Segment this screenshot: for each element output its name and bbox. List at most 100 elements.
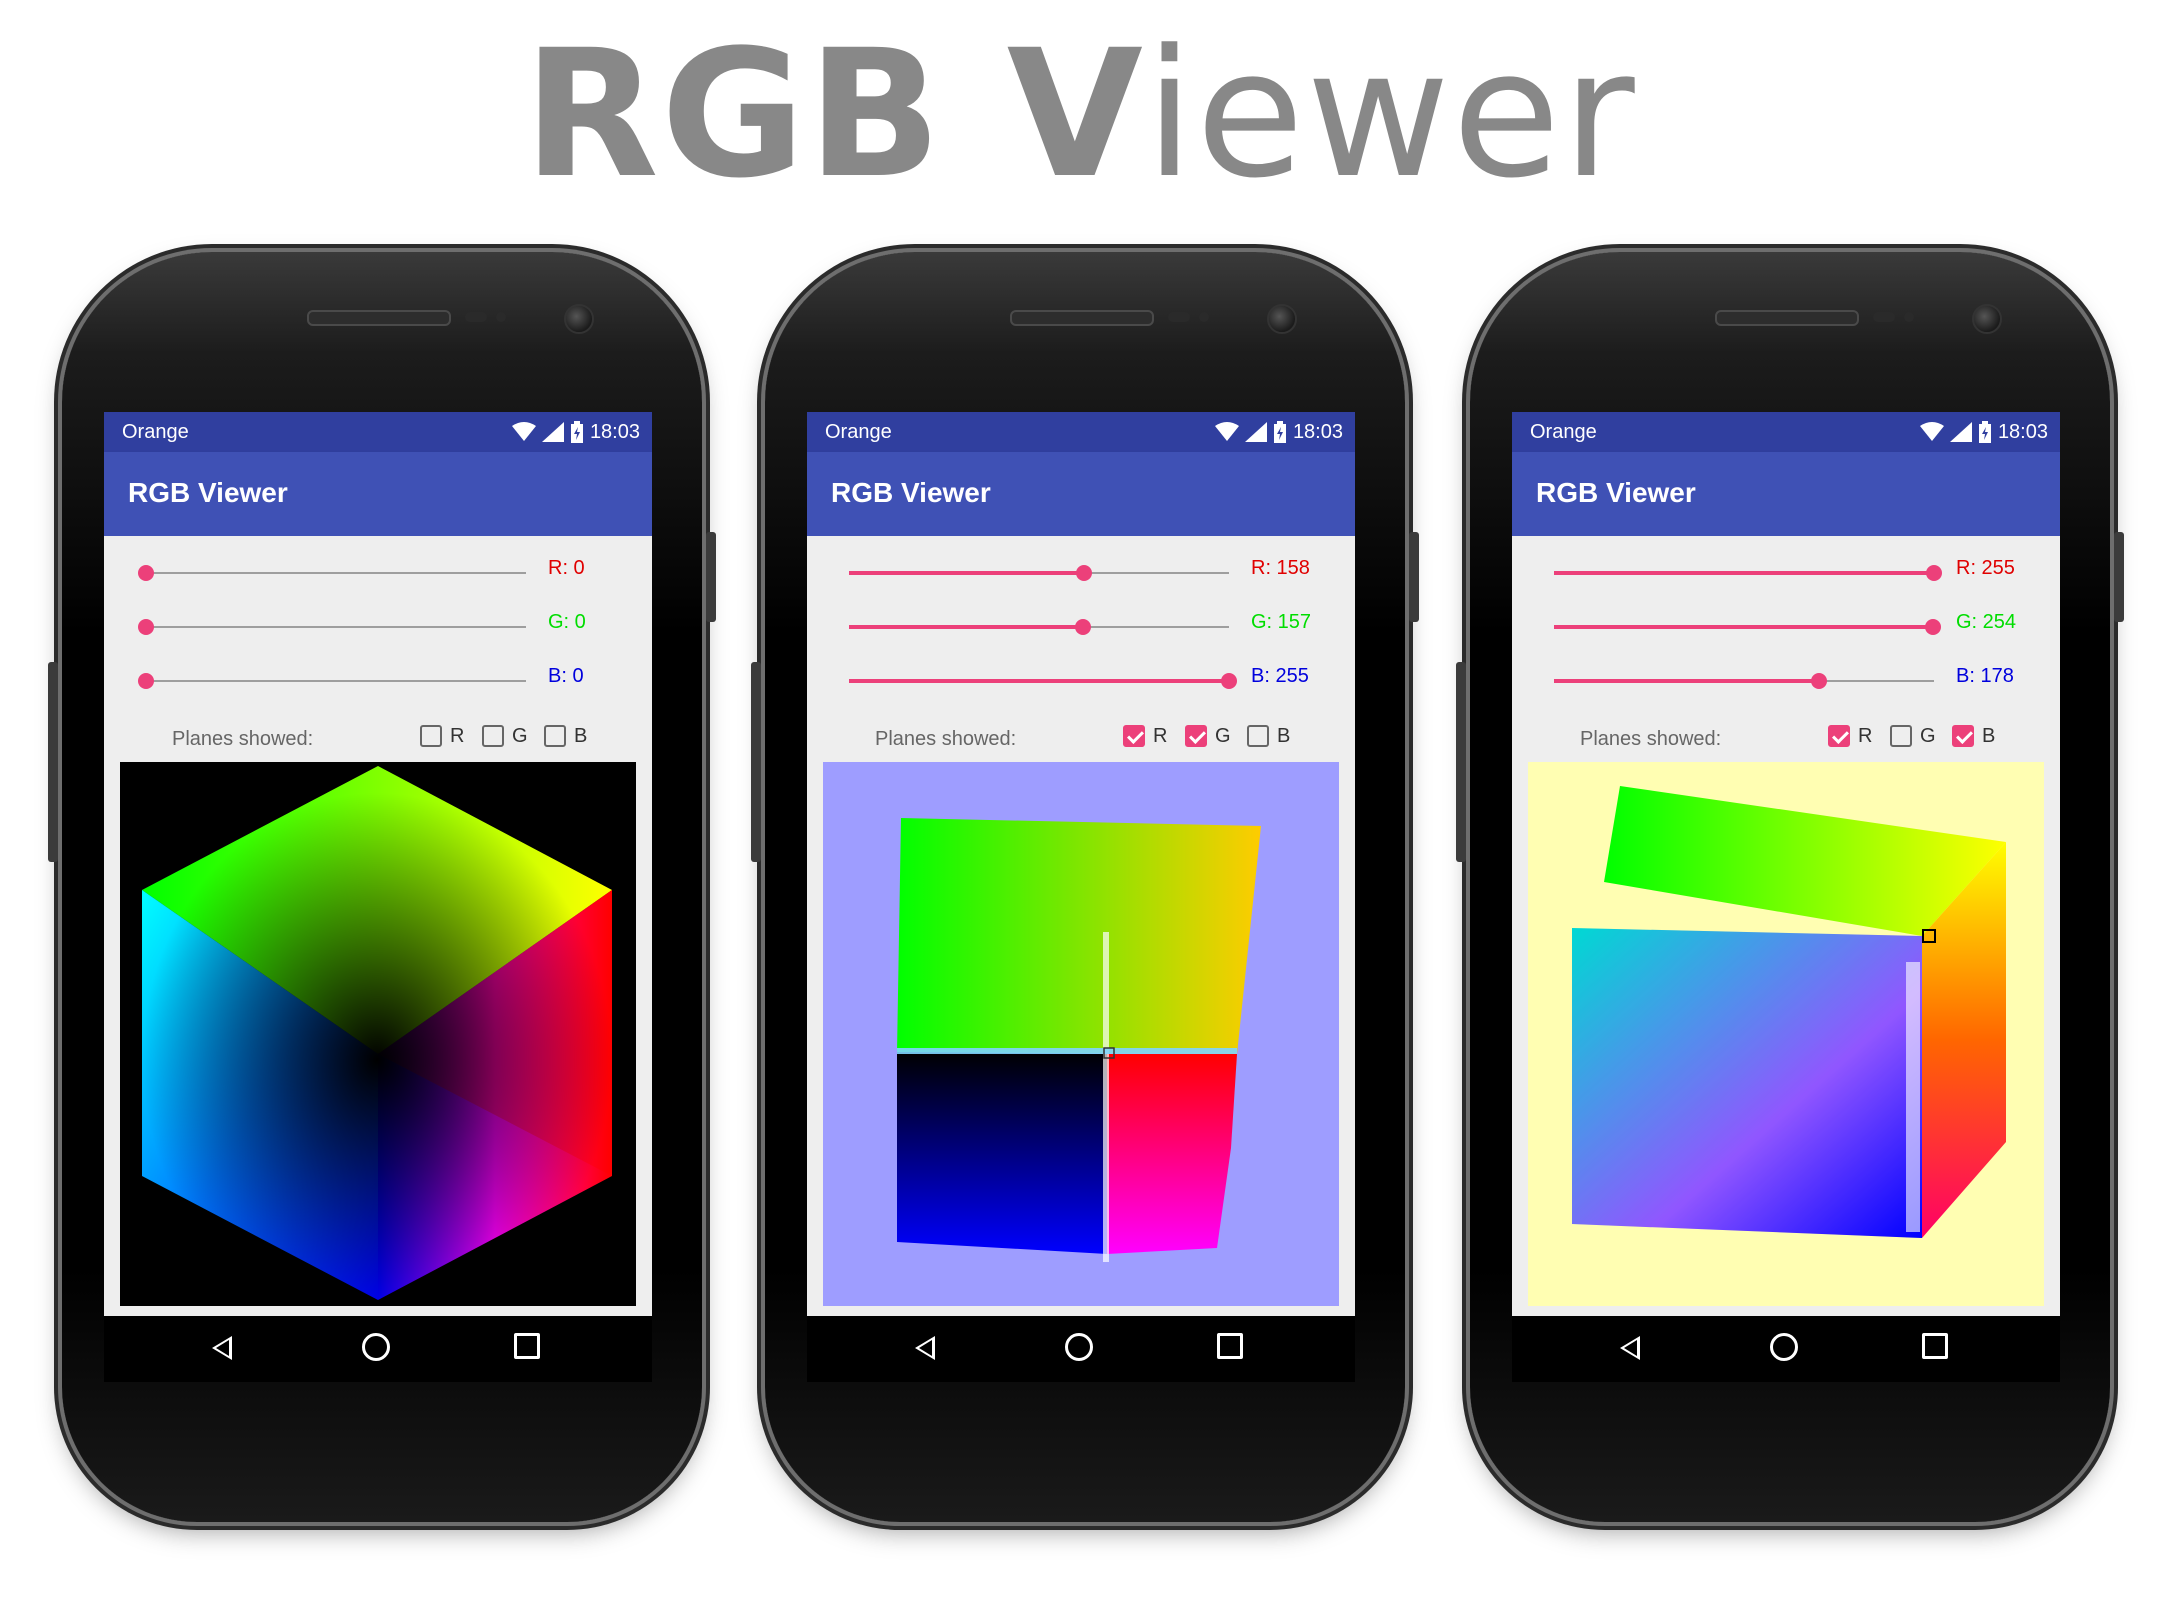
home-icon[interactable] (362, 1333, 390, 1361)
plane-r-checkbox[interactable] (1828, 725, 1850, 747)
blue-slider[interactable] (138, 673, 526, 689)
back-icon[interactable] (1620, 1336, 1640, 1360)
plane-g-checkbox[interactable] (1185, 725, 1207, 747)
red-slider[interactable] (138, 565, 526, 581)
plane-b-checkbox[interactable] (544, 725, 566, 747)
content-area: R: 158 G: 157 B: 255 Planes showed: R G (807, 536, 1355, 1316)
blue-slider[interactable] (1554, 673, 1934, 689)
wifi-icon (511, 422, 536, 441)
app-bar: RGB Viewer (104, 452, 652, 536)
carrier-name: Orange (122, 421, 189, 443)
front-camera-icon (1267, 304, 1297, 334)
red-slider[interactable] (849, 565, 1229, 581)
clock: 18:03 (1997, 421, 2048, 443)
proximity-sensor (1168, 312, 1190, 322)
back-icon[interactable] (915, 1336, 935, 1360)
plane-r-checkbox-group[interactable]: R (1828, 724, 1872, 748)
rgb-cube-viewport[interactable] (120, 762, 636, 1306)
back-icon[interactable] (212, 1336, 232, 1360)
green-value-label: G: 0 (548, 611, 586, 633)
red-slider[interactable] (1554, 565, 1942, 581)
status-icons: 18:03 (511, 420, 640, 444)
phone-frame: Orange 18:03 RGB Viewer R: 255 G: 254 B:… (1456, 252, 2124, 1522)
wifi-icon (1919, 422, 1944, 441)
content-area: R: 0 G: 0 B: 0 Planes showed: R G B (104, 536, 652, 1316)
plane-g-checkbox-group[interactable]: G (1890, 724, 1936, 748)
planes-label: Planes showed: (1580, 728, 1722, 750)
plane-b-checkbox[interactable] (1952, 725, 1974, 747)
red-slider-thumb[interactable] (138, 565, 154, 581)
plane-b-checkbox-group[interactable]: B (1952, 724, 1995, 748)
green-slider[interactable] (138, 619, 526, 635)
phone-screen: Orange 18:03 RGB Viewer R: 0 G: 0 B: 0 P… (104, 412, 652, 1382)
light-sensor (496, 312, 506, 322)
green-slider[interactable] (1554, 619, 1941, 635)
red-slider-thumb[interactable] (1926, 565, 1942, 581)
carrier-name: Orange (825, 421, 892, 443)
power-button[interactable] (2114, 532, 2124, 622)
plane-r-checkbox[interactable] (420, 725, 442, 747)
earpiece-speaker (307, 310, 451, 326)
green-slider-thumb[interactable] (138, 619, 154, 635)
phone-frame: Orange 18:03 RGB Viewer R: 0 G: 0 B: 0 P… (48, 252, 716, 1522)
rgb-cube-viewport[interactable] (1528, 762, 2044, 1306)
plane-r-checkbox[interactable] (1123, 725, 1145, 747)
front-camera-icon (1972, 304, 2002, 334)
home-icon[interactable] (1065, 1333, 1093, 1361)
recents-icon[interactable] (1922, 1333, 1948, 1359)
red-slider-row: R: 0 (104, 548, 652, 588)
status-bar: Orange 18:03 (1512, 412, 2060, 452)
volume-button[interactable] (48, 662, 58, 862)
battery-icon (1978, 421, 1991, 443)
app-bar: RGB Viewer (807, 452, 1355, 536)
plane-b-checkbox-group[interactable]: B (544, 724, 587, 748)
recents-icon[interactable] (514, 1333, 540, 1359)
green-value-label: G: 157 (1251, 611, 1312, 633)
recents-icon[interactable] (1217, 1333, 1243, 1359)
proximity-sensor (465, 312, 487, 322)
blue-slider[interactable] (849, 673, 1237, 689)
plane-g-checkbox[interactable] (1890, 725, 1912, 747)
power-button[interactable] (706, 532, 716, 622)
green-slider-row: G: 254 (1512, 602, 2060, 642)
app-title: RGB Viewer (831, 477, 991, 508)
status-bar: Orange 18:03 (807, 412, 1355, 452)
phone-screen: Orange 18:03 RGB Viewer R: 255 G: 254 B:… (1512, 412, 2060, 1382)
plane-g-checkbox[interactable] (482, 725, 504, 747)
plane-g-checkbox-group[interactable]: G (1185, 724, 1231, 748)
nav-bar (807, 1316, 1355, 1382)
green-slider-thumb[interactable] (1924, 619, 1941, 635)
plane-g-checkbox-group[interactable]: G (482, 724, 528, 748)
content-area: R: 255 G: 254 B: 178 Planes showed: R G (1512, 536, 2060, 1316)
volume-button[interactable] (751, 662, 761, 862)
power-button[interactable] (1409, 532, 1419, 622)
status-icons: 18:03 (1214, 420, 1343, 444)
plane-b-checkbox[interactable] (1247, 725, 1269, 747)
blue-slider-thumb[interactable] (1221, 673, 1237, 689)
planes-row: Planes showed: R G B (104, 724, 652, 754)
battery-icon (1273, 421, 1286, 443)
earpiece-speaker (1715, 310, 1859, 326)
volume-button[interactable] (1456, 662, 1466, 862)
rgb-cube-viewport[interactable] (823, 762, 1339, 1306)
plane-b-checkbox-group[interactable]: B (1247, 724, 1290, 748)
phone-screen: Orange 18:03 RGB Viewer R: 158 G: 157 B:… (807, 412, 1355, 1382)
earpiece-speaker (1010, 310, 1154, 326)
red-slider-thumb[interactable] (1076, 565, 1093, 581)
proximity-sensor (1873, 312, 1895, 322)
green-slider-thumb[interactable] (1074, 619, 1091, 635)
status-icons: 18:03 (1919, 420, 2048, 444)
home-icon[interactable] (1770, 1333, 1798, 1361)
blue-slider-thumb[interactable] (1811, 673, 1828, 689)
plane-r-label: R (1153, 725, 1168, 747)
blue-value-label: B: 178 (1956, 665, 2014, 687)
red-value-label: R: 255 (1956, 557, 2015, 579)
plane-r-checkbox-group[interactable]: R (420, 724, 464, 748)
blue-slider-thumb[interactable] (138, 673, 154, 689)
green-slider[interactable] (849, 619, 1229, 635)
plane-b-label: B (1277, 725, 1291, 747)
planes-row: Planes showed: R G B (807, 724, 1355, 754)
plane-r-checkbox-group[interactable]: R (1123, 724, 1167, 748)
status-bar: Orange 18:03 (104, 412, 652, 452)
plane-g-label: G (1920, 725, 1936, 747)
